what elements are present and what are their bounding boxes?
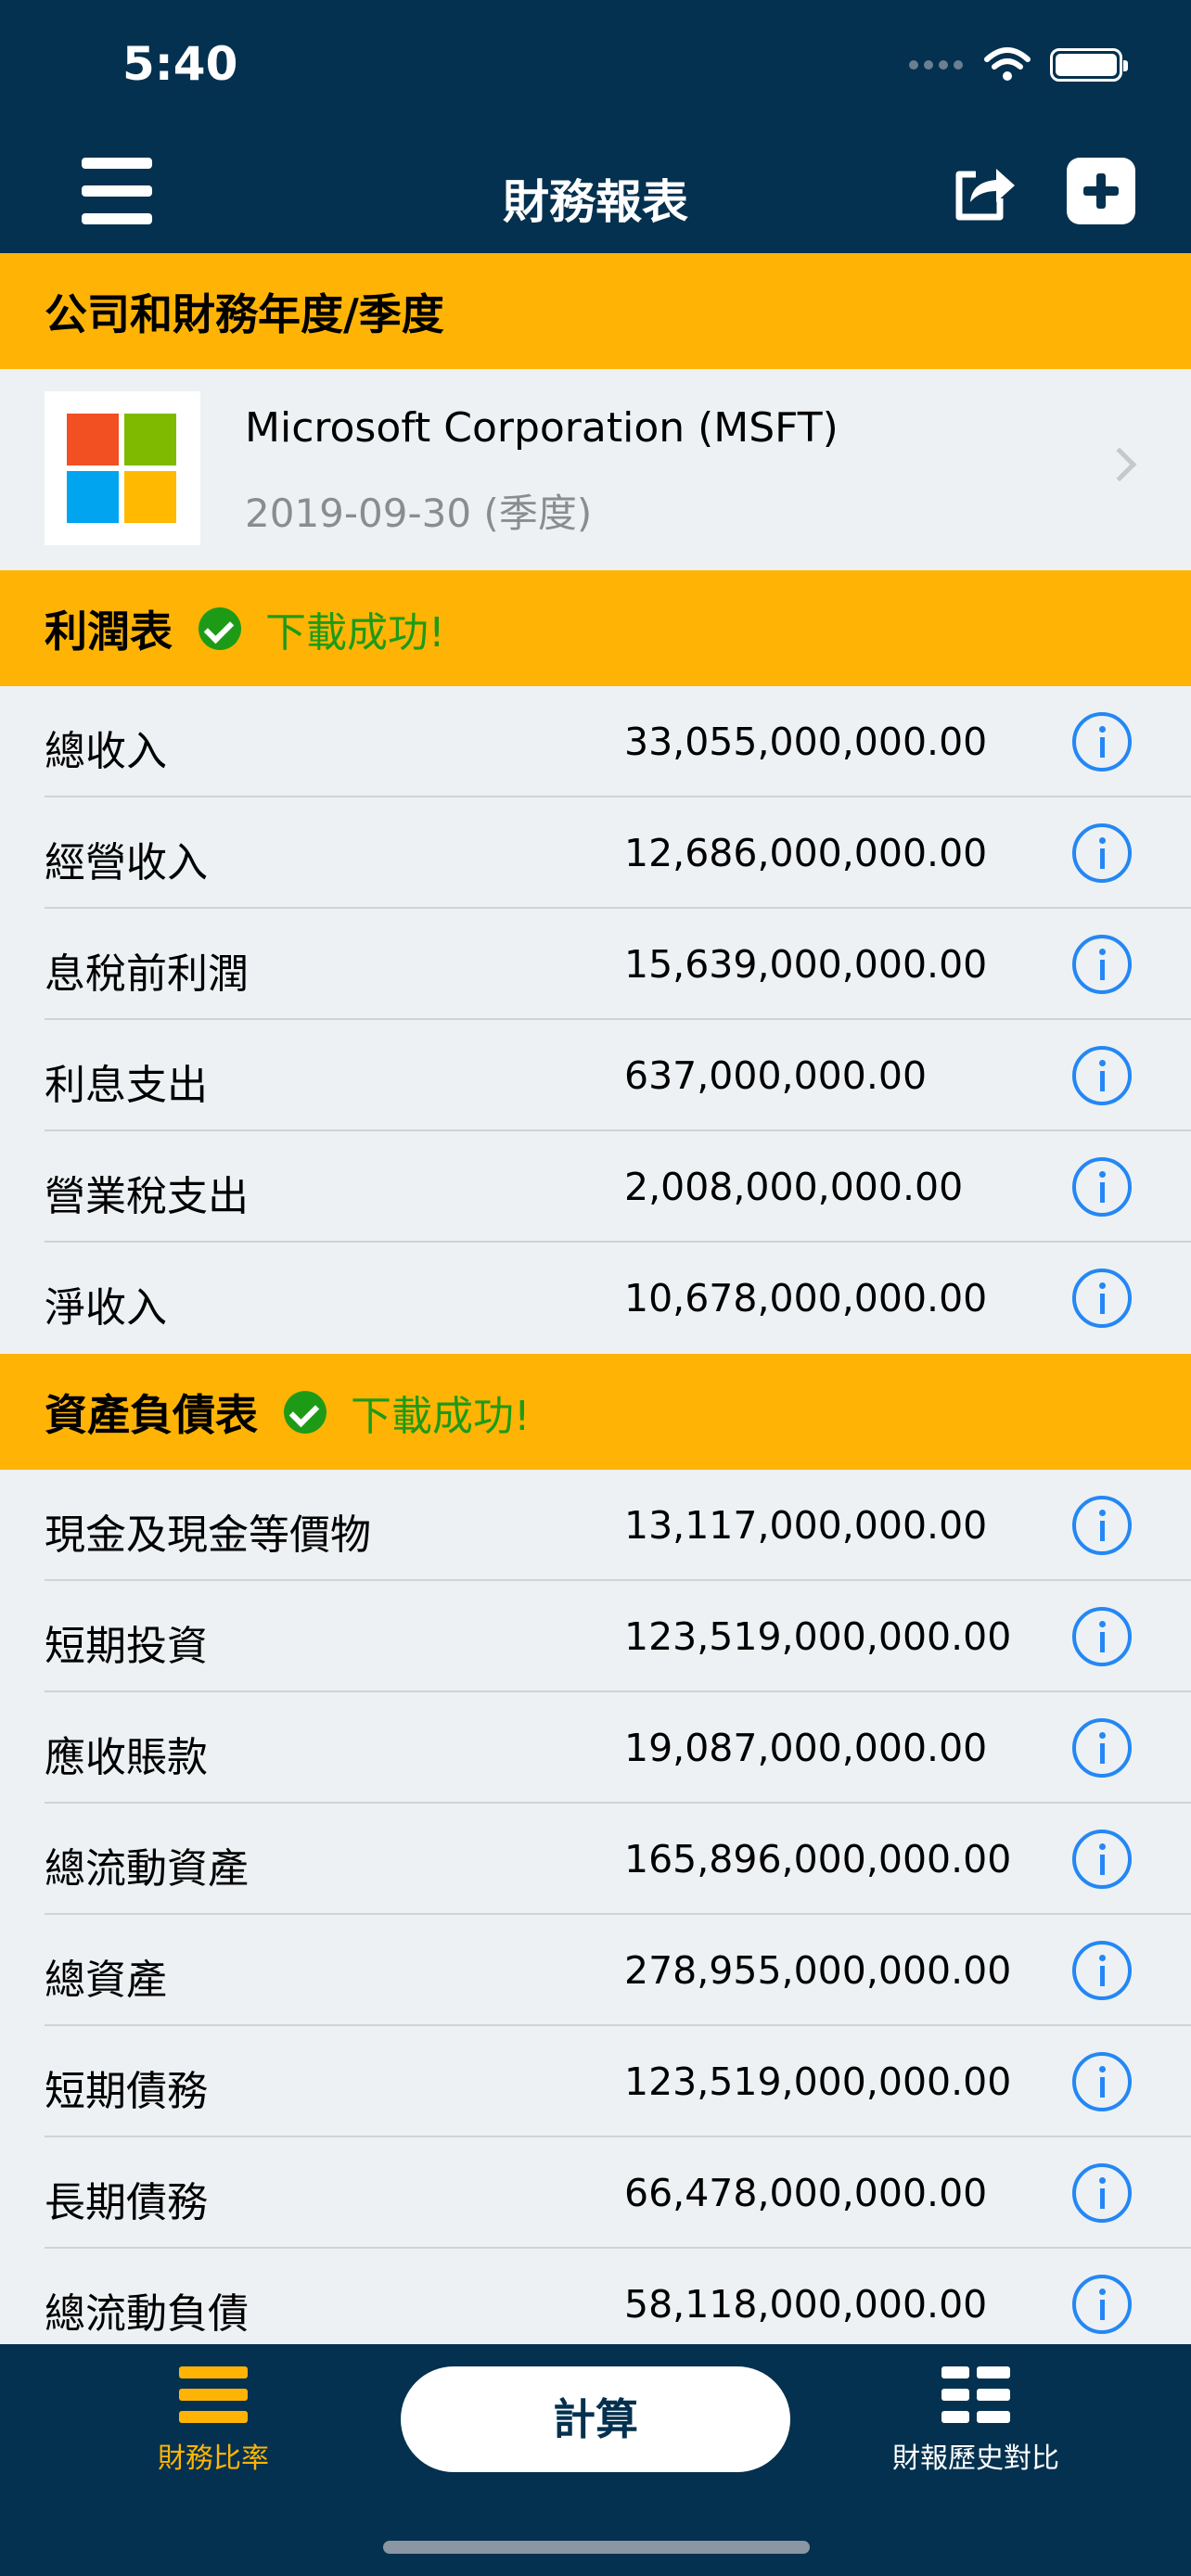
battery-icon [1050, 48, 1128, 82]
row-value: 123,519,000,000.00 [624, 1614, 1012, 1659]
info-icon[interactable] [1072, 1157, 1132, 1217]
info-icon[interactable] [1072, 2052, 1132, 2111]
info-icon[interactable] [1072, 1718, 1132, 1778]
info-icon[interactable] [1072, 2163, 1132, 2223]
row-value: 13,117,000,000.00 [624, 1503, 988, 1548]
row-value: 637,000,000.00 [624, 1053, 928, 1098]
income-statement-title: 利潤表 [45, 606, 173, 657]
table-row: 經營收入 12,686,000,000.00 [0, 797, 1191, 909]
row-label: 利息支出 [45, 1062, 208, 1109]
row-value: 2,008,000,000.00 [624, 1165, 964, 1209]
row-value: 278,955,000,000.00 [624, 1948, 1012, 1993]
check-circle-icon [284, 1390, 327, 1434]
table-row: 淨收入 10,678,000,000.00 [0, 1243, 1191, 1354]
bottom-tab-bar: 財務比率 計算 財報歷史對比 [0, 2344, 1191, 2576]
row-value: 165,896,000,000.00 [624, 1837, 1012, 1881]
row-label: 經營收入 [45, 839, 208, 886]
status-icons [909, 46, 1128, 83]
info-icon[interactable] [1072, 823, 1132, 883]
table-row: 總流動負債 58,118,000,000.00 [0, 2249, 1191, 2360]
row-value: 58,118,000,000.00 [624, 2282, 988, 2327]
row-label: 現金及現金等價物 [45, 1511, 371, 1559]
add-button[interactable] [1067, 158, 1135, 224]
row-value: 12,686,000,000.00 [624, 831, 988, 875]
tab-history-compare[interactable]: 財報歷史對比 [864, 2366, 1087, 2476]
tab-label: 財務比率 [158, 2442, 269, 2475]
row-value: 123,519,000,000.00 [624, 2060, 1012, 2104]
row-value: 10,678,000,000.00 [624, 1276, 988, 1320]
company-section-title: 公司和財務年度/季度 [45, 288, 444, 339]
status-time: 5:40 [122, 37, 238, 91]
info-icon[interactable] [1072, 935, 1132, 994]
row-label: 淨收入 [45, 1284, 167, 1332]
table-row: 利息支出 637,000,000.00 [0, 1020, 1191, 1131]
table-row: 息稅前利潤 15,639,000,000.00 [0, 909, 1191, 1020]
info-icon[interactable] [1072, 1496, 1132, 1555]
company-period: 2019-09-30 (季度) [245, 491, 593, 536]
wifi-icon [984, 47, 1031, 81]
row-label: 總收入 [45, 728, 167, 775]
check-circle-icon [198, 606, 241, 650]
share-icon[interactable] [948, 156, 1018, 226]
row-label: 長期債務 [45, 2179, 208, 2226]
info-icon[interactable] [1072, 1607, 1132, 1666]
info-icon[interactable] [1072, 1830, 1132, 1889]
tab-label: 財報歷史對比 [892, 2442, 1059, 2475]
table-row: 短期債務 123,519,000,000.00 [0, 2026, 1191, 2137]
row-label: 短期投資 [45, 1623, 208, 1670]
tab-financial-ratios[interactable]: 財務比率 [102, 2366, 325, 2476]
row-label: 總流動資產 [45, 1845, 249, 1893]
table-row: 現金及現金等價物 13,117,000,000.00 [0, 1470, 1191, 1581]
row-value: 66,478,000,000.00 [624, 2171, 988, 2215]
table-row: 長期債務 66,478,000,000.00 [0, 2137, 1191, 2249]
company-selector[interactable]: Microsoft Corporation (MSFT) 2019-09-30 … [0, 369, 1191, 570]
company-section-header: 公司和財務年度/季度 [0, 253, 1191, 369]
balance-sheet-title: 資產負債表 [45, 1389, 258, 1440]
table-row: 應收賬款 19,087,000,000.00 [0, 1692, 1191, 1804]
row-value: 33,055,000,000.00 [624, 720, 988, 764]
table-row: 總流動資產 165,896,000,000.00 [0, 1804, 1191, 1915]
calculate-button[interactable]: 計算 [401, 2366, 790, 2472]
row-value: 15,639,000,000.00 [624, 942, 988, 987]
info-icon[interactable] [1072, 1046, 1132, 1105]
row-label: 營業稅支出 [45, 1173, 249, 1220]
row-label: 息稅前利潤 [45, 950, 249, 998]
info-icon[interactable] [1072, 1269, 1132, 1328]
row-label: 總流動負債 [45, 2290, 249, 2338]
table-row: 營業稅支出 2,008,000,000.00 [0, 1131, 1191, 1243]
info-icon[interactable] [1072, 712, 1132, 772]
table-row: 短期投資 123,519,000,000.00 [0, 1581, 1191, 1692]
cellular-signal-icon [909, 60, 963, 70]
row-label: 總資產 [45, 1957, 167, 2004]
table-row: 總資產 278,955,000,000.00 [0, 1915, 1191, 2026]
income-statement-header: 利潤表 下載成功! [0, 570, 1191, 686]
row-label: 短期債務 [45, 2068, 208, 2115]
row-value: 19,087,000,000.00 [624, 1726, 988, 1770]
income-download-status: 下載成功! [265, 608, 445, 657]
chevron-right-icon [1102, 447, 1137, 482]
top-bar: 5:40 財務報表 [0, 0, 1191, 253]
company-name: Microsoft Corporation (MSFT) [245, 404, 839, 452]
balance-sheet-header: 資產負債表 下載成功! [0, 1354, 1191, 1470]
info-icon[interactable] [1072, 2275, 1132, 2334]
table-row: 總收入 33,055,000,000.00 [0, 686, 1191, 797]
info-icon[interactable] [1072, 1941, 1132, 2000]
company-logo [45, 391, 200, 545]
grid-list-icon [941, 2366, 1010, 2424]
list-icon [179, 2366, 248, 2424]
balance-download-status: 下載成功! [351, 1392, 531, 1440]
row-label: 應收賬款 [45, 1734, 208, 1781]
home-indicator [383, 2541, 810, 2554]
